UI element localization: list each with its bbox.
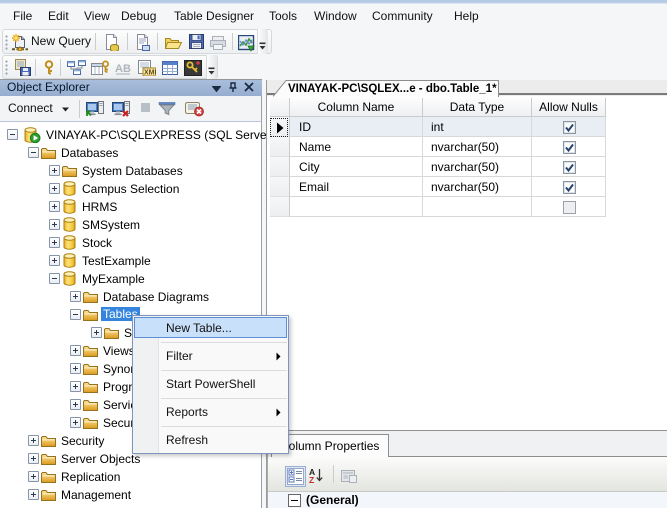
svg-text:Z: Z bbox=[309, 475, 314, 484]
svg-text:AB: AB bbox=[115, 63, 131, 75]
svg-text:XML: XML bbox=[144, 70, 156, 77]
